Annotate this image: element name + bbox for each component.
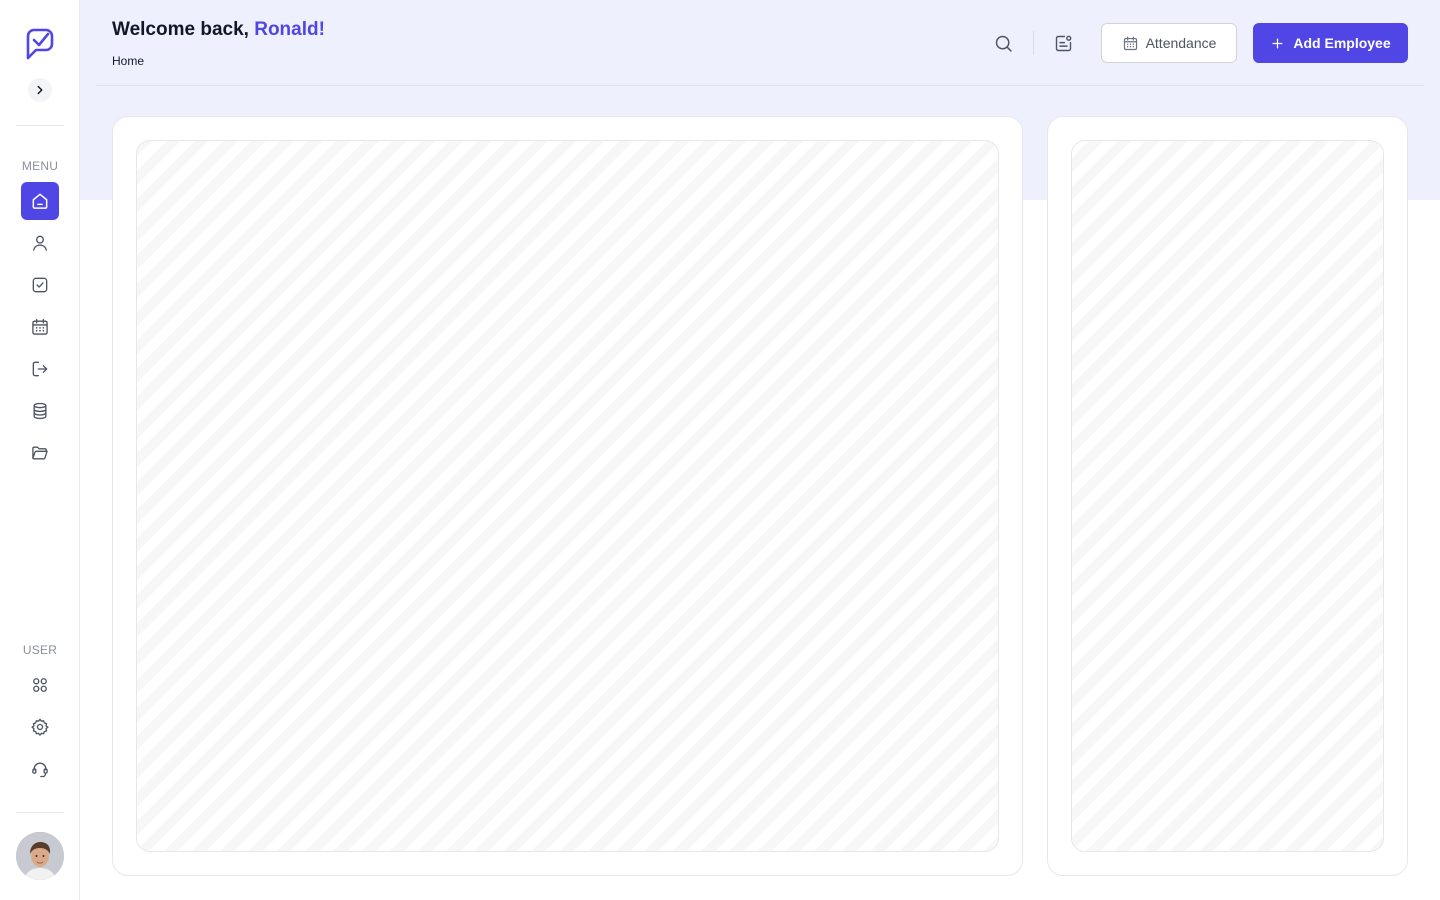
sidebar-divider — [16, 125, 64, 126]
avatar[interactable] — [16, 832, 64, 880]
sidebar-item-calendar[interactable] — [21, 308, 59, 346]
sidebar-item-settings[interactable] — [21, 708, 59, 746]
sidebar: MENU USER — [0, 0, 80, 900]
main-content-card — [112, 116, 1023, 876]
calendar-icon — [1123, 36, 1137, 50]
side-content-placeholder — [1071, 140, 1384, 852]
calendar-icon — [32, 318, 48, 335]
home-icon — [32, 193, 48, 209]
logout-icon — [32, 361, 48, 377]
user-avatar-image — [16, 832, 64, 880]
support-headset-icon — [32, 762, 48, 778]
checkbox-icon — [32, 277, 48, 293]
chevron-right-icon — [37, 85, 43, 95]
user-icon — [33, 235, 47, 251]
user-name: Ronald! — [254, 19, 325, 40]
breadcrumb[interactable]: Home — [112, 54, 144, 68]
add-employee-button-label: Add Employee — [1293, 35, 1391, 51]
sidebar-item-tasks[interactable] — [21, 266, 59, 304]
gear-icon — [31, 718, 49, 736]
header-separator — [1033, 31, 1034, 55]
attendance-button[interactable]: Attendance — [1101, 23, 1237, 63]
menu-section-label: MENU — [21, 159, 59, 173]
message-notification-icon — [1055, 35, 1071, 51]
sidebar-item-employees[interactable] — [21, 224, 59, 262]
apps-grid-icon — [33, 678, 47, 692]
main-content-placeholder — [136, 140, 999, 852]
notifications-button[interactable] — [1051, 31, 1075, 55]
sidebar-item-leave[interactable] — [21, 350, 59, 388]
sidebar-item-database[interactable] — [21, 392, 59, 430]
attendance-button-label: Attendance — [1145, 35, 1217, 51]
sidebar-item-home[interactable] — [21, 182, 59, 220]
app-logo-icon[interactable] — [22, 26, 58, 62]
sidebar-expand-button[interactable] — [28, 78, 52, 102]
search-button[interactable] — [991, 31, 1015, 55]
database-icon — [33, 402, 47, 420]
side-content-card — [1047, 116, 1408, 876]
sidebar-item-apps[interactable] — [21, 666, 59, 704]
sidebar-divider-bottom — [16, 812, 64, 813]
folder-icon — [32, 446, 48, 460]
sidebar-item-support[interactable] — [21, 750, 59, 788]
add-employee-button[interactable]: Add Employee — [1253, 23, 1408, 63]
user-section-label: USER — [22, 643, 58, 657]
search-icon — [995, 35, 1012, 52]
header-divider — [96, 85, 1424, 86]
sidebar-item-files[interactable] — [21, 434, 59, 472]
greeting-text: Welcome back, — [112, 19, 255, 40]
plus-icon — [1272, 38, 1283, 48]
page-title: Welcome back, Ronald! — [112, 19, 325, 41]
